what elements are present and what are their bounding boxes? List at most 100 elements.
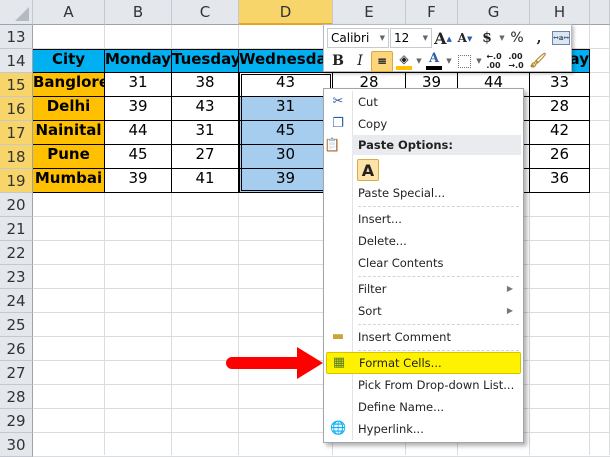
font-size: 12 <box>394 31 410 45</box>
table-cell[interactable]: 30 <box>239 145 333 169</box>
currency-button[interactable]: $ <box>476 28 498 49</box>
row-header-28[interactable]: 28 <box>0 385 33 409</box>
menu-label: Clear Contents <box>358 256 444 270</box>
table-cell[interactable]: 39 <box>239 169 333 193</box>
column-header-f[interactable]: F <box>406 0 458 25</box>
row-header-17[interactable]: 17 <box>0 121 33 145</box>
format-painter-icon[interactable]: 🖌 <box>527 51 549 72</box>
city-cell[interactable]: Banglore <box>33 73 105 97</box>
column-header-e[interactable]: E <box>333 0 406 25</box>
font-name-dropdown[interactable]: Calibri ▼ <box>327 28 389 48</box>
menu-label: Paste Special... <box>358 186 446 200</box>
menu-item-delete[interactable]: Delete... <box>326 230 521 252</box>
table-cell[interactable]: 39 <box>105 169 172 193</box>
row-header-18[interactable]: 18 <box>0 145 33 169</box>
row-header-19[interactable]: 19 <box>0 169 33 193</box>
column-header-d[interactable]: D <box>239 0 333 25</box>
table-cell[interactable]: 27 <box>172 145 239 169</box>
percent-button[interactable]: % <box>506 28 528 49</box>
menu-item-insert[interactable]: Insert... <box>326 208 521 230</box>
select-all-corner[interactable] <box>0 0 33 25</box>
increase-decimal-icon[interactable]: ←.0.00 <box>483 51 505 72</box>
column-header-g[interactable]: G <box>458 0 530 25</box>
row-header-15[interactable]: 15 <box>0 73 33 97</box>
table-cell[interactable]: 33 <box>530 73 590 97</box>
row-header-30[interactable]: 30 <box>0 433 33 457</box>
paste-keep-text-button[interactable]: A <box>357 159 379 181</box>
table-header-cell: Monday <box>105 49 172 73</box>
menu-label: Insert... <box>358 212 402 226</box>
table-cell[interactable]: 31 <box>172 121 239 145</box>
column-header[interactable] <box>590 0 610 25</box>
row-header-29[interactable]: 29 <box>0 409 33 433</box>
table-cell[interactable]: 36 <box>530 169 590 193</box>
table-cell[interactable]: 42 <box>530 121 590 145</box>
menu-label: Delete... <box>358 234 407 248</box>
comment-icon: ▬ <box>331 329 345 344</box>
borders-icon[interactable] <box>453 51 475 72</box>
menu-item-clear-contents[interactable]: Clear Contents <box>326 252 521 274</box>
menu-item-sort[interactable]: Sort ▶ <box>326 300 521 322</box>
menu-item-filter[interactable]: Filter ▶ <box>326 278 521 300</box>
copy-icon: ❐ <box>332 116 344 131</box>
column-header-a[interactable]: A <box>33 0 105 25</box>
row-header-20[interactable]: 20 <box>0 193 33 217</box>
table-cell[interactable]: 28 <box>530 97 590 121</box>
bold-icon[interactable]: B <box>327 51 349 72</box>
city-cell[interactable]: Mumbai <box>33 169 105 193</box>
table-cell[interactable]: 45 <box>105 145 172 169</box>
paste-options-header: 📋 Paste Options: <box>324 135 521 155</box>
city-cell[interactable]: Delhi <box>33 97 105 121</box>
red-arrow-annotation <box>226 347 323 379</box>
menu-label: Define Name... <box>358 400 445 414</box>
grow-font-icon[interactable]: A ▲ <box>432 28 454 49</box>
italic-icon[interactable]: I <box>349 51 371 72</box>
menu-label: Sort <box>358 304 382 318</box>
comma-button[interactable]: , <box>528 28 550 49</box>
menu-item-format-cells[interactable]: ▦ Format Cells... <box>326 352 521 374</box>
table-cell[interactable]: 44 <box>105 121 172 145</box>
context-menu: ✂ Cut ❐ Copy 📋 Paste Options: A Paste Speci… <box>323 88 524 443</box>
row-header-14[interactable]: 14 <box>0 49 33 73</box>
font-color-icon[interactable]: A <box>423 51 445 72</box>
row-header-24[interactable]: 24 <box>0 289 33 313</box>
fill-color-icon[interactable]: ◈ <box>393 51 415 72</box>
row-header-22[interactable]: 22 <box>0 241 33 265</box>
table-cell[interactable]: 41 <box>172 169 239 193</box>
row-header-27[interactable]: 27 <box>0 361 33 385</box>
merge-center-icon[interactable]: ↔a↔ <box>550 28 572 49</box>
city-cell[interactable]: Pune <box>33 145 105 169</box>
menu-label: Copy <box>358 117 388 131</box>
menu-item-copy[interactable]: ❐ Copy <box>326 113 521 135</box>
menu-item-cut[interactable]: ✂ Cut <box>326 91 521 113</box>
row-header-16[interactable]: 16 <box>0 97 33 121</box>
row-header-26[interactable]: 26 <box>0 337 33 361</box>
shrink-font-icon[interactable]: A ▼ <box>454 28 476 49</box>
column-header-c[interactable]: C <box>172 0 239 25</box>
table-cell[interactable]: 39 <box>105 97 172 121</box>
table-cell[interactable]: 38 <box>172 73 239 97</box>
mini-toolbar: Calibri ▼ 12 ▼ A ▲ A ▼ $ ▼ % , ↔a↔ B I ≡ ◈ ▼ A… <box>323 24 572 72</box>
table-cell[interactable]: 43 <box>239 73 333 97</box>
menu-item-define-name[interactable]: Define Name... <box>326 396 521 418</box>
font-size-dropdown[interactable]: 12 ▼ <box>390 28 432 48</box>
center-align-icon[interactable]: ≡ <box>371 50 393 72</box>
row-header-13[interactable]: 13 <box>0 25 33 49</box>
menu-item-insert-comment[interactable]: ▬ Insert Comment <box>326 326 521 348</box>
decrease-decimal-icon[interactable]: .00 →.0 <box>505 51 527 72</box>
table-cell[interactable]: 31 <box>105 73 172 97</box>
row-header-25[interactable]: 25 <box>0 313 33 337</box>
menu-item-pick-from-list[interactable]: Pick From Drop-down List... <box>326 374 521 396</box>
city-cell[interactable]: Nainital <box>33 121 105 145</box>
table-cell[interactable]: 43 <box>172 97 239 121</box>
table-header-cell: Wednesday <box>239 49 333 73</box>
table-cell[interactable]: 45 <box>239 121 333 145</box>
row-header-23[interactable]: 23 <box>0 265 33 289</box>
column-header-h[interactable]: H <box>530 0 590 25</box>
menu-item-hyperlink[interactable]: 🌐 Hyperlink... <box>326 418 521 440</box>
row-header-21[interactable]: 21 <box>0 217 33 241</box>
column-header-b[interactable]: B <box>105 0 172 25</box>
menu-item-paste-special[interactable]: Paste Special... <box>326 182 521 204</box>
table-cell[interactable]: 31 <box>239 97 333 121</box>
table-cell[interactable]: 26 <box>530 145 590 169</box>
